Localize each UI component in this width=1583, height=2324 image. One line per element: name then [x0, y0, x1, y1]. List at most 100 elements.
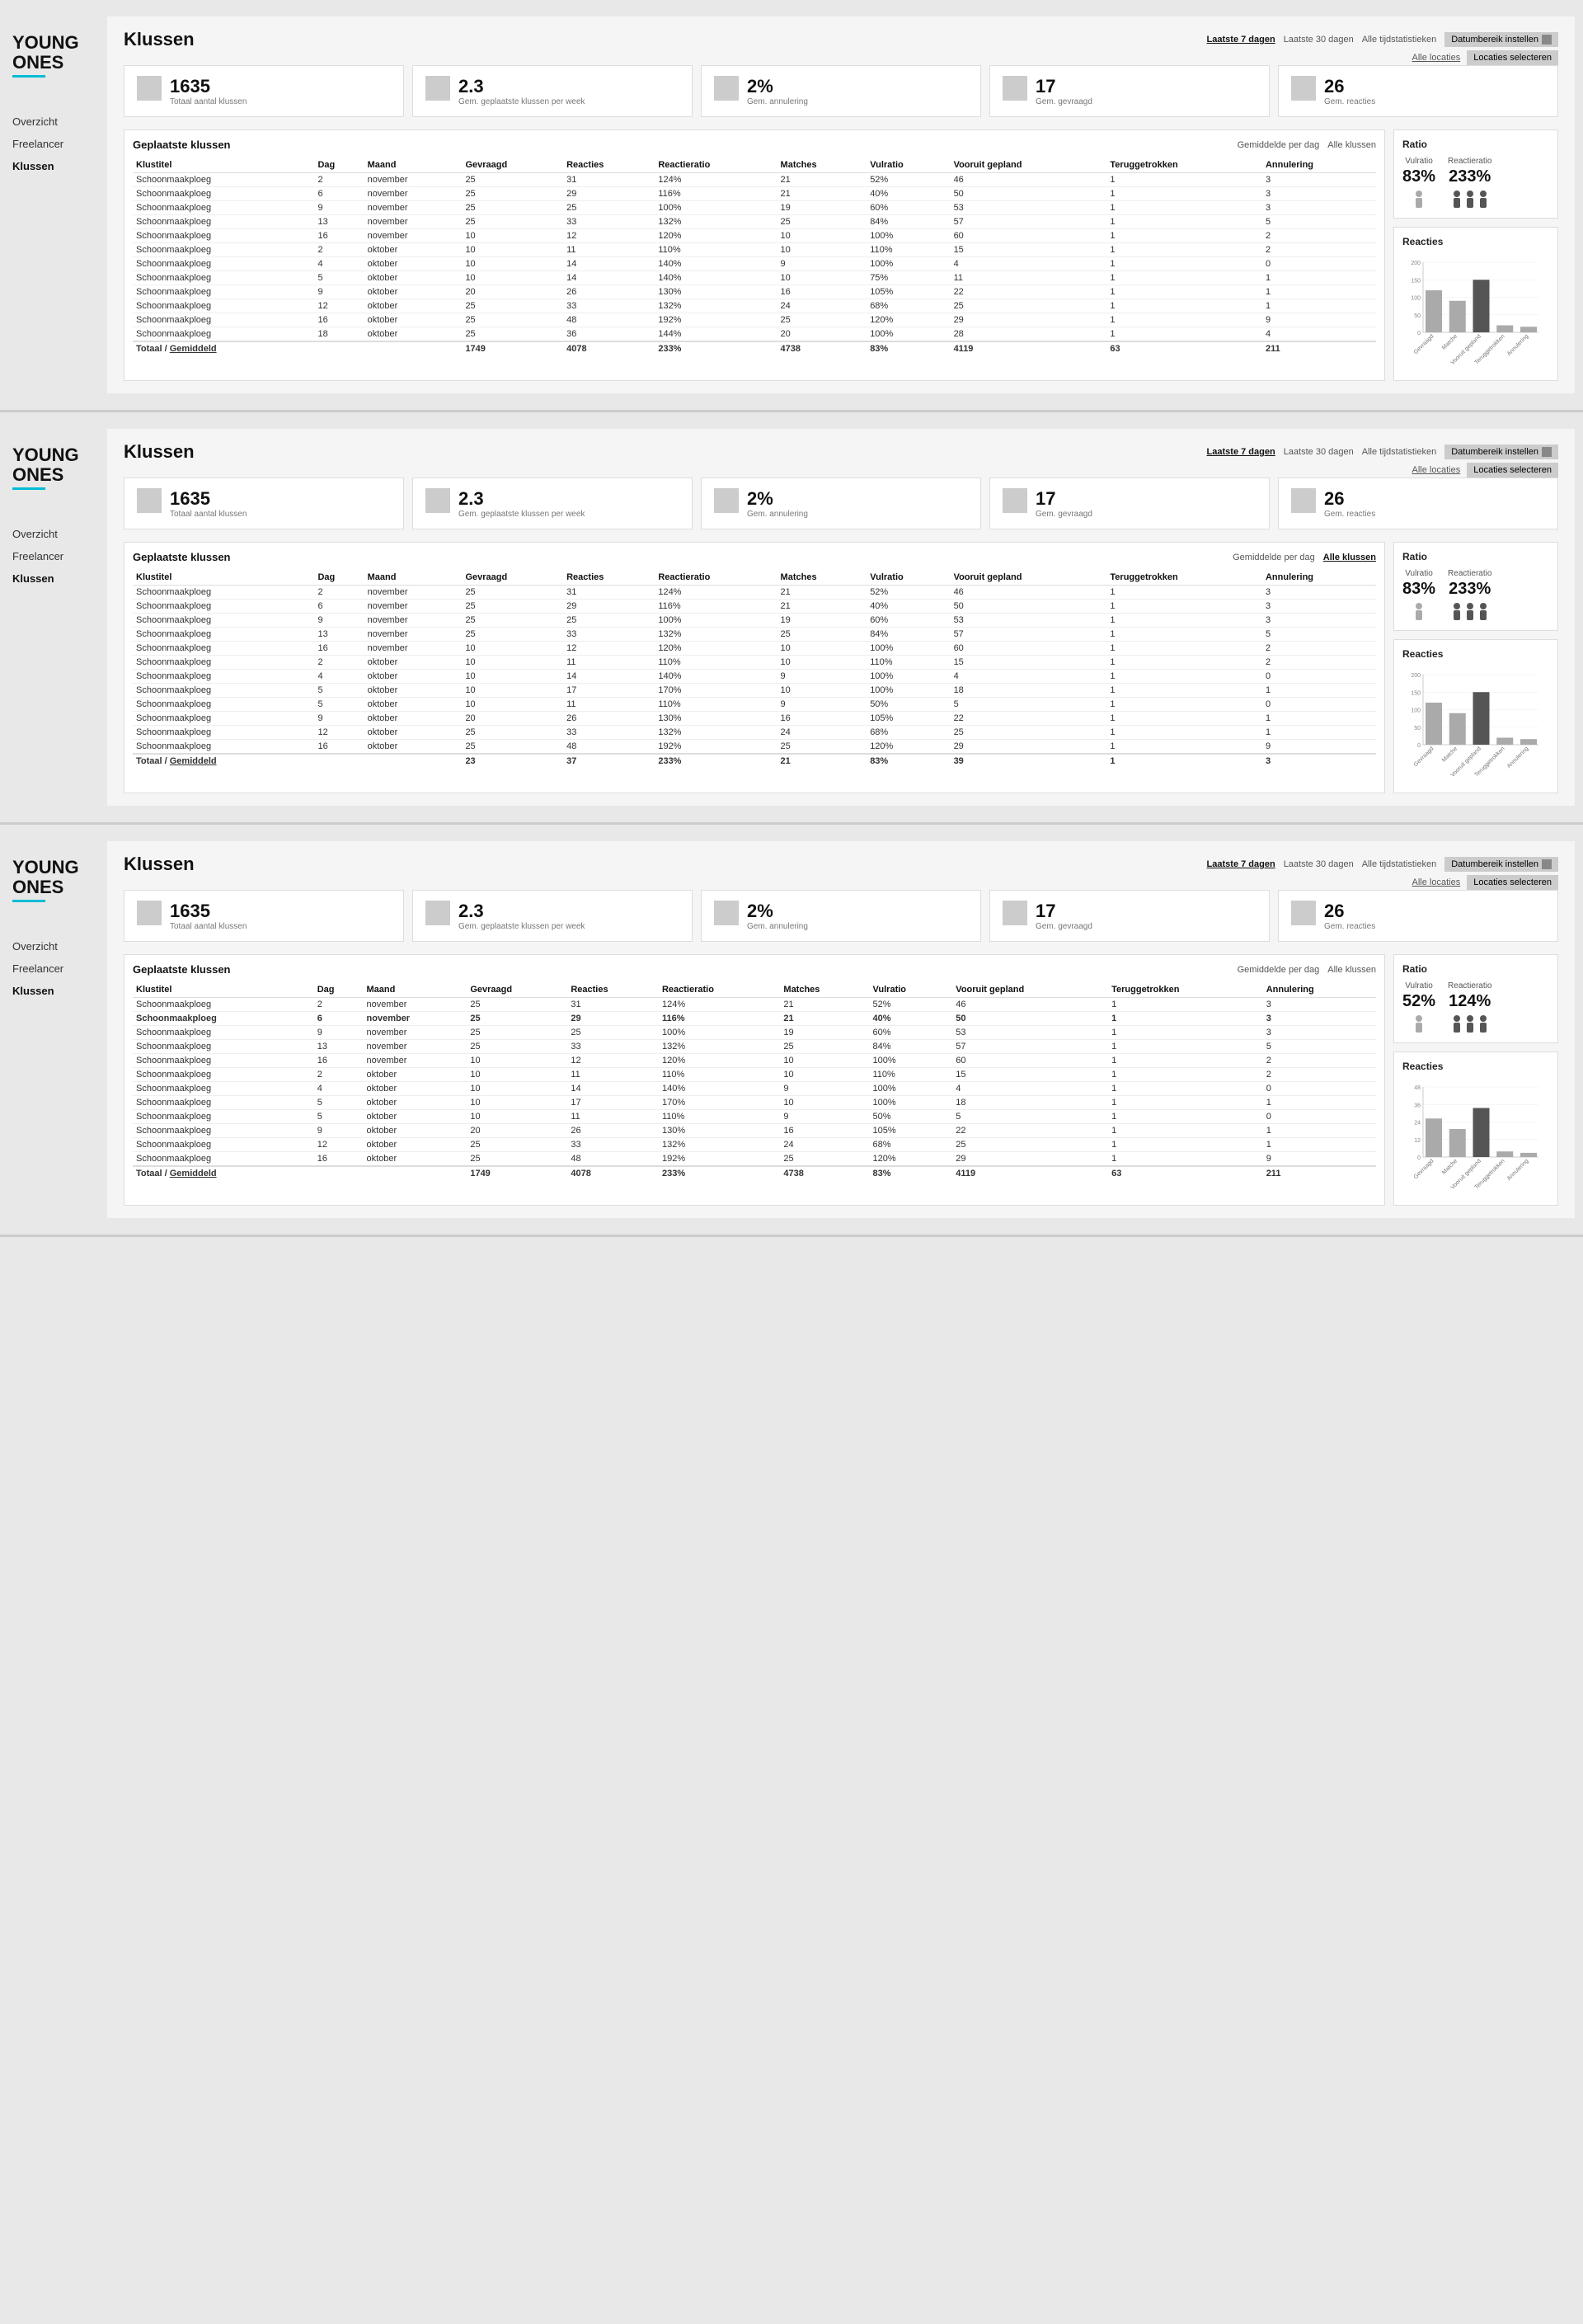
- location-label[interactable]: Alle locaties: [1412, 877, 1461, 887]
- ratio-card: Ratio Vulratio 52% Reactieratio 124%: [1393, 954, 1558, 1043]
- column-header: Maand: [364, 982, 467, 998]
- stat-icon-2: [714, 488, 739, 513]
- total-cell: 37: [563, 754, 655, 768]
- location-select-button[interactable]: Locaties selecteren: [1467, 50, 1558, 65]
- table-cell: 120%: [867, 313, 950, 327]
- bar-0: [1426, 703, 1442, 745]
- sidebar-item-overzicht[interactable]: Overzicht: [12, 935, 107, 957]
- table-link[interactable]: Gemiddelde per dag: [1233, 553, 1315, 562]
- table-cell: 10: [462, 656, 563, 670]
- table-link[interactable]: Alle klussen: [1323, 553, 1376, 562]
- sidebar-item-freelancer[interactable]: Freelancer: [12, 957, 107, 980]
- table-cell: 10: [467, 1054, 567, 1068]
- time-filter[interactable]: Laatste 7 dagen: [1207, 35, 1275, 45]
- vulratio-item: Vulratio 52%: [1402, 981, 1435, 1034]
- table-cell: 2: [1262, 229, 1376, 243]
- location-select-button[interactable]: Locaties selecteren: [1467, 463, 1558, 478]
- date-range-button[interactable]: Datumbereik instellen: [1444, 857, 1558, 872]
- total-cell: 1749: [467, 1166, 567, 1180]
- sidebar-item-klussen[interactable]: Klussen: [12, 980, 107, 1002]
- table-cell: 124%: [655, 586, 777, 600]
- stat-icon-2: [714, 76, 739, 101]
- sidebar: YOUNGONESOverzichtFreelancerKlussen: [0, 16, 107, 393]
- total-cell: Totaal / Gemiddeld: [133, 754, 314, 768]
- sidebar-item-overzicht[interactable]: Overzicht: [12, 523, 107, 545]
- table-cell: 25: [777, 215, 867, 229]
- column-header: Annulering: [1262, 158, 1376, 173]
- table-cell: 2: [314, 586, 364, 600]
- reactieratio-item: Reactieratio 233%: [1448, 569, 1491, 622]
- column-header: Reactieratio: [655, 158, 777, 173]
- table-cell: 2: [314, 998, 364, 1012]
- table-cell: november: [364, 1026, 467, 1040]
- sidebar-item-overzicht[interactable]: Overzicht: [12, 111, 107, 133]
- table-cell: 6: [314, 600, 364, 614]
- table-cell: 68%: [869, 1138, 952, 1152]
- table-cell: 1: [1108, 1152, 1263, 1167]
- time-filter[interactable]: Laatste 7 dagen: [1207, 447, 1275, 457]
- chart-card: Reacties200150100500GevraagdMatcheVoorui…: [1393, 227, 1558, 381]
- table-cell: 26: [563, 285, 655, 299]
- table-cell: Schoonmaakploeg: [133, 1054, 314, 1068]
- table-section: Geplaatste klussen Gemiddelde per dagAll…: [124, 542, 1385, 793]
- table-cell: 124%: [659, 998, 780, 1012]
- location-label[interactable]: Alle locaties: [1412, 53, 1461, 63]
- table-cell: 20: [462, 285, 563, 299]
- table-cell: 12: [314, 1138, 364, 1152]
- table-cell: Schoonmaakploeg: [133, 1068, 314, 1082]
- right-panel: Ratio Vulratio 83% Reactieratio 233%: [1393, 129, 1558, 381]
- table-row: Schoonmaakploeg18oktober2536144%20100%28…: [133, 327, 1376, 342]
- table-link[interactable]: Gemiddelde per dag: [1238, 140, 1320, 150]
- total-cell: 83%: [867, 754, 950, 768]
- table-cell: 22: [951, 712, 1107, 726]
- y-label: 150: [1411, 690, 1421, 696]
- table-cell: 192%: [655, 740, 777, 755]
- table-cell: 1: [1106, 257, 1262, 271]
- date-range-button[interactable]: Datumbereik instellen: [1444, 445, 1558, 459]
- table-link[interactable]: Alle klussen: [1327, 965, 1376, 975]
- time-filter[interactable]: Laatste 30 dagen: [1284, 35, 1354, 45]
- sidebar-item-klussen[interactable]: Klussen: [12, 155, 107, 177]
- table-cell: 33: [563, 628, 655, 642]
- table-cell: 20: [777, 327, 867, 342]
- table-cell: 5: [314, 1096, 364, 1110]
- person-icon-3: [1477, 190, 1489, 209]
- date-range-button[interactable]: Datumbereik instellen: [1444, 32, 1558, 47]
- location-select-button[interactable]: Locaties selecteren: [1467, 875, 1558, 890]
- table-cell: 132%: [655, 726, 777, 740]
- time-filter[interactable]: Alle tijdstatistieken: [1362, 447, 1437, 457]
- table-cell: 1: [1262, 271, 1376, 285]
- table-cell: 3: [1262, 201, 1376, 215]
- stat-card-2: 2% Gem. annulering: [701, 65, 981, 117]
- y-label: 200: [1411, 673, 1421, 679]
- vulratio-icons: [1402, 190, 1435, 209]
- table-cell: 24: [777, 299, 867, 313]
- table-cell: 18: [952, 1096, 1108, 1110]
- time-filter[interactable]: Alle tijdstatistieken: [1362, 859, 1437, 869]
- table-cell: 105%: [867, 285, 950, 299]
- table-cell: Schoonmaakploeg: [133, 628, 314, 642]
- table-cell: 3: [1262, 187, 1376, 201]
- location-label[interactable]: Alle locaties: [1412, 465, 1461, 475]
- table-cell: 105%: [869, 1124, 952, 1138]
- y-label: 0: [1417, 743, 1421, 749]
- stat-card-4: 26 Gem. reacties: [1278, 478, 1558, 529]
- table-cell: 11: [567, 1110, 659, 1124]
- sidebar-item-klussen[interactable]: Klussen: [12, 567, 107, 590]
- time-filter[interactable]: Laatste 7 dagen: [1207, 859, 1275, 869]
- page-header: Klussen Laatste 7 dagenLaatste 30 dagenA…: [124, 854, 1558, 890]
- sidebar-item-freelancer[interactable]: Freelancer: [12, 133, 107, 155]
- total-row: Totaal / Gemiddeld17494078233%473883%411…: [133, 341, 1376, 355]
- table-cell: 140%: [659, 1082, 780, 1096]
- y-label: 48: [1414, 1085, 1421, 1091]
- column-header: Vulratio: [869, 982, 952, 998]
- table-section: Geplaatste klussen Gemiddelde per dagAll…: [124, 129, 1385, 381]
- table-cell: 3: [1262, 586, 1376, 600]
- sidebar-item-freelancer[interactable]: Freelancer: [12, 545, 107, 567]
- table-link[interactable]: Gemiddelde per dag: [1238, 965, 1320, 975]
- time-filter[interactable]: Laatste 30 dagen: [1284, 447, 1354, 457]
- table-link[interactable]: Alle klussen: [1327, 140, 1376, 150]
- time-filter[interactable]: Alle tijdstatistieken: [1362, 35, 1437, 45]
- time-filter[interactable]: Laatste 30 dagen: [1284, 859, 1354, 869]
- stat-info-3: 17 Gem. gevraagd: [1036, 76, 1092, 106]
